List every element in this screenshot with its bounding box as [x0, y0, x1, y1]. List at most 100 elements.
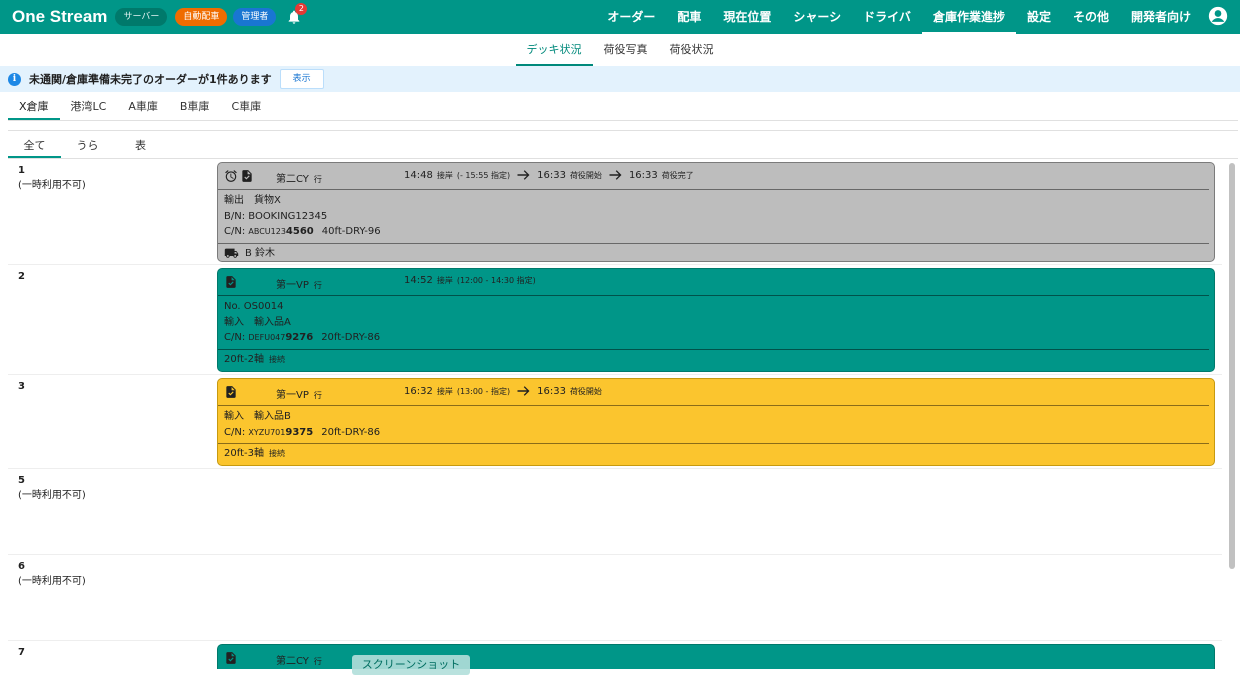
scrollbar-thumb[interactable]: [1229, 163, 1235, 569]
alert-message: 未通関/倉庫準備未完了のオーダーが1件あります: [29, 73, 272, 86]
alert-bar: i 未通関/倉庫準備未完了のオーダーが1件あります 表示: [0, 66, 1240, 92]
document-check-icon: [224, 651, 238, 665]
screenshot-button[interactable]: スクリーンショット: [352, 655, 470, 675]
divider: [8, 120, 1238, 121]
cn-serial: XYZU701: [248, 427, 286, 437]
schedule-time: 16:33: [537, 169, 566, 181]
nav-item[interactable]: 配車: [666, 0, 712, 34]
card-header: 第一VP 行 14:52 接岸 (12:00 - 14:30 指定): [218, 269, 1209, 296]
card-footer: 20ft-3軸 接続: [218, 444, 1214, 464]
dock-label: 5 (一時利用不可): [18, 473, 208, 503]
nav-item[interactable]: ドライバ: [852, 0, 922, 34]
cn-digits: 4560: [285, 226, 314, 237]
arrow-right-icon: [516, 385, 531, 397]
order-card[interactable]: 第一VP 行 14:52 接岸 (12:00 - 14:30 指定) No. OS0014…: [217, 268, 1215, 372]
container-number: C/N: XYZU7019375 20ft-DRY-86: [224, 425, 1203, 441]
dock-label: 2: [18, 269, 208, 284]
arrow-right-icon: [608, 169, 623, 181]
auto-dispatch-chip[interactable]: 自動配車: [175, 8, 228, 26]
destination: 第一VP 行: [276, 386, 322, 401]
warehouse-tab[interactable]: 港湾LC: [60, 95, 118, 120]
warehouse-tab[interactable]: A車庫: [117, 95, 169, 120]
document-check-icon: [240, 169, 254, 183]
card-line: No. OS0014: [224, 301, 284, 312]
schedule-label: 荷役開始: [569, 170, 602, 180]
dock-row: 1 (一時利用不可) 第二CY 行 14:48 接岸 (- 15:55 指定) 16:33 荷役…: [8, 159, 1222, 265]
admin-chip[interactable]: 管理者: [233, 8, 277, 26]
document-check-icon: [224, 275, 238, 289]
info-icon: i: [8, 72, 21, 86]
card-line: 輸出 貨物X: [224, 195, 281, 206]
cn-prefix: C/N:: [224, 426, 249, 438]
schedule-label: 荷役開始: [569, 386, 602, 396]
schedule-time: 16:33: [537, 385, 566, 397]
schedule-time: 14:48: [404, 169, 433, 181]
filter-tab[interactable]: 全て: [8, 136, 61, 158]
nav-item[interactable]: 倉庫作業進捗: [921, 0, 1016, 34]
card-line: B/N: BOOKING12345: [224, 210, 328, 222]
cn-prefix: C/N:: [224, 226, 249, 237]
order-card[interactable]: 第二CY 行 14:48 接岸 (- 15:55 指定) 16:33 荷役開始 16:33 荷役…: [217, 162, 1215, 262]
destination-suffix: 行: [313, 175, 322, 184]
subtab[interactable]: デッキ状況: [515, 34, 593, 66]
nav-item[interactable]: オーダー: [596, 0, 666, 34]
container-number: C/N: DEFU0479276 20ft-DRY-86: [224, 330, 1203, 346]
notification-bell-icon[interactable]: 2: [286, 3, 308, 25]
subtab[interactable]: 荷役状況: [659, 34, 725, 66]
nav-item[interactable]: シャーシ: [782, 0, 852, 34]
order-card[interactable]: 第一VP 行 16:32 接岸 (13:00 - 指定) 16:33 荷役開始 輸入 輸入品B…: [217, 378, 1215, 466]
nav-item[interactable]: 現在位置: [712, 0, 782, 34]
cn-digits: 9276: [285, 332, 314, 343]
destination-name: 第一VP: [276, 280, 309, 291]
schedule: 14:48 接岸 (- 15:55 指定) 16:33 荷役開始 16:33 荷役完了: [404, 169, 694, 181]
account-icon[interactable]: [1208, 6, 1228, 26]
dock-number: 3: [18, 381, 25, 392]
dock-list: 1 (一時利用不可) 第二CY 行 14:48 接岸 (- 15:55 指定) 16:33 荷役…: [8, 159, 1222, 669]
schedule-label: 接岸: [436, 170, 453, 180]
filter-tab[interactable]: 表: [114, 136, 167, 158]
subtab[interactable]: 荷役写真: [593, 34, 659, 66]
destination-suffix: 行: [313, 657, 322, 666]
dock-label: 6 (一時利用不可): [18, 559, 208, 589]
cn-digits: 9375: [285, 426, 314, 438]
warehouse-tabs: X倉庫 港湾LC A車庫 B車庫 C車庫: [8, 95, 272, 120]
footer-text: B 鈴木: [245, 247, 276, 259]
destination-name: 第二CY: [276, 656, 309, 667]
dock-label: 1 (一時利用不可): [18, 163, 208, 193]
cn-serial: ABCU123: [248, 227, 286, 236]
cn-prefix: C/N:: [224, 332, 249, 343]
nav-item[interactable]: その他: [1062, 0, 1120, 34]
brand-logo[interactable]: One Stream: [12, 7, 107, 27]
card-body: 輸出 貨物X B/N: BOOKING12345 C/N: ABCU1234560 4…: [218, 190, 1209, 244]
dock-status-note: (一時利用不可): [18, 490, 86, 501]
schedule-time: 16:32: [404, 385, 433, 397]
main-nav: オーダー 配車 現在位置 シャーシ ドライバ 倉庫作業進捗 設定 その他 開発者向け: [596, 0, 1202, 34]
footer-text: 20ft-2軸: [224, 353, 264, 365]
nav-item[interactable]: 設定: [1016, 0, 1062, 34]
show-button[interactable]: 表示: [279, 69, 324, 89]
destination-name: 第一VP: [276, 390, 309, 401]
card-line: 輸入 輸入品B: [224, 411, 291, 422]
destination-suffix: 行: [313, 281, 322, 290]
dock-row: 3 第一VP 行 16:32 接岸 (13:00 - 指定) 16:33 荷役開始 輸入 輸入品…: [8, 375, 1222, 469]
container-number: C/N: ABCU1234560 40ft-DRY-96: [224, 224, 1203, 240]
warehouse-tab[interactable]: B車庫: [169, 95, 221, 120]
deck-subtabs: デッキ状況 荷役写真 荷役状況: [0, 34, 1240, 66]
destination: 第二CY 行: [276, 170, 322, 185]
container-spec: 20ft-DRY-86: [321, 426, 381, 438]
card-footer: B 鈴木: [218, 244, 1214, 262]
scrollbar[interactable]: [1226, 159, 1238, 669]
container-spec: 20ft-DRY-86: [321, 332, 381, 343]
dock-status-note: (一時利用不可): [18, 180, 86, 191]
filter-tab[interactable]: うら: [61, 136, 114, 158]
nav-item[interactable]: 開発者向け: [1120, 0, 1202, 34]
dock-number: 6: [18, 561, 25, 572]
warehouse-tab[interactable]: X倉庫: [8, 95, 60, 120]
dock-number: 1: [18, 165, 25, 176]
schedule: 14:52 接岸 (12:00 - 14:30 指定): [404, 275, 536, 286]
warehouse-tab[interactable]: C車庫: [220, 95, 272, 120]
schedule-label: 接岸: [436, 276, 453, 285]
footer-sub: 接続: [268, 354, 285, 364]
schedule-time: 14:52: [404, 275, 433, 286]
dock-number: 2: [18, 271, 25, 282]
